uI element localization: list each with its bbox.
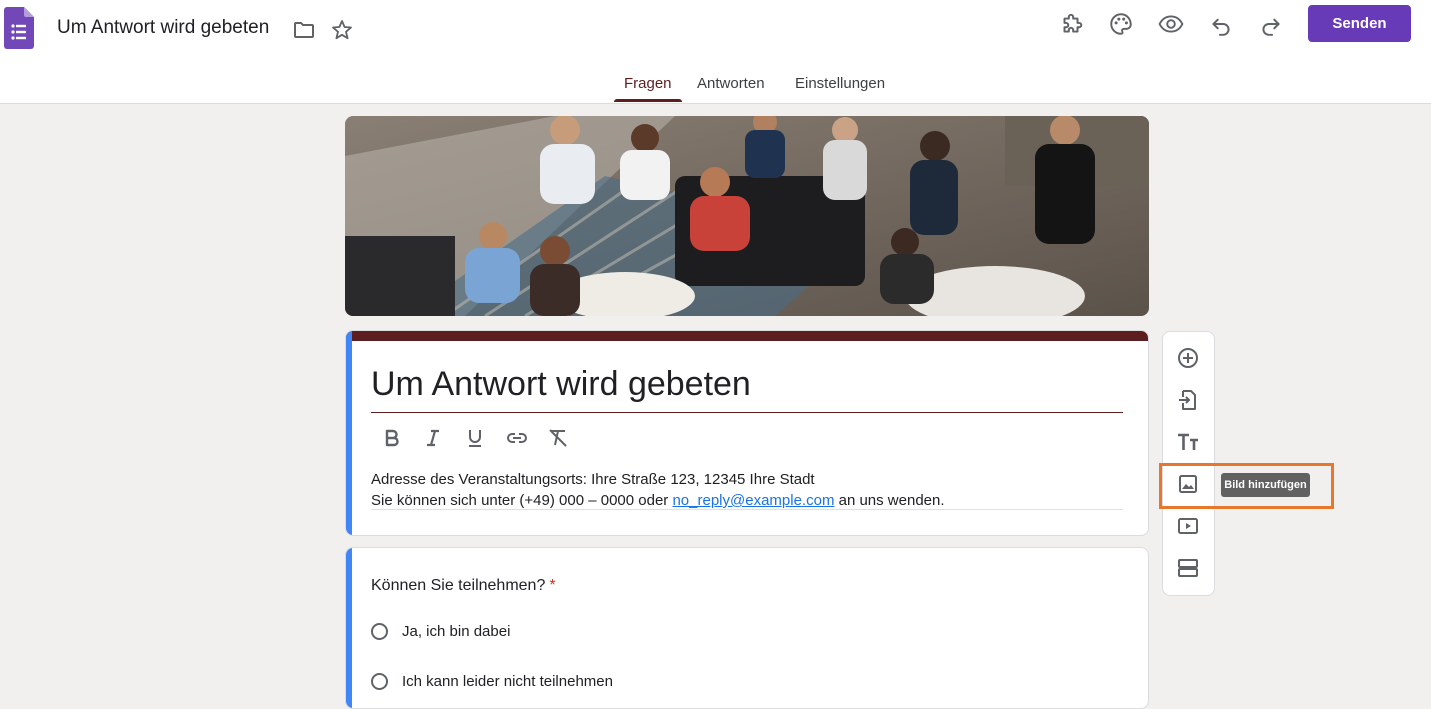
card-accent-bar: [346, 548, 352, 708]
redo-icon[interactable]: [1258, 11, 1284, 37]
tab-responses[interactable]: Antworten: [697, 75, 765, 92]
palette-icon[interactable]: [1108, 11, 1134, 37]
description-line-2: Sie können sich unter (+49) 000 – 0000 o…: [371, 490, 945, 511]
addons-icon[interactable]: [1058, 11, 1084, 37]
add-section-icon[interactable]: [1176, 556, 1200, 580]
title-underline: [371, 412, 1123, 413]
undo-icon[interactable]: [1208, 11, 1234, 37]
form-description[interactable]: Adresse des Veranstaltungsorts: Ihre Str…: [371, 469, 945, 511]
description-line-1: Adresse des Veranstaltungsorts: Ihre Str…: [371, 471, 815, 488]
active-card-indicator: [346, 331, 352, 535]
active-tab-indicator: [614, 99, 682, 102]
top-bar: Um Antwort wird gebeten Senden Fragen An…: [0, 0, 1431, 104]
description-text-end: an uns wenden.: [834, 492, 945, 509]
clear-format-icon[interactable]: [546, 426, 570, 450]
form-title-card: Um Antwort wird gebeten Adresse des Vera…: [345, 330, 1149, 536]
folder-icon[interactable]: [292, 18, 316, 42]
import-questions-icon[interactable]: [1176, 388, 1200, 412]
form-title-input[interactable]: Um Antwort wird gebeten: [371, 365, 751, 404]
description-text: Sie können sich unter (+49) 000 – 0000 o…: [371, 492, 673, 509]
link-icon[interactable]: [505, 426, 529, 450]
add-question-icon[interactable]: [1176, 346, 1200, 370]
tab-settings[interactable]: Einstellungen: [795, 75, 885, 92]
document-title[interactable]: Um Antwort wird gebeten: [57, 17, 269, 39]
question-title[interactable]: Können Sie teilnehmen? *: [371, 577, 556, 595]
required-asterisk: *: [549, 577, 556, 594]
underline-icon[interactable]: [463, 426, 487, 450]
question-text: Können Sie teilnehmen?: [371, 577, 546, 594]
question-card[interactable]: Können Sie teilnehmen? * Ja, ich bin dabe…: [345, 547, 1149, 709]
tab-questions[interactable]: Fragen: [624, 75, 672, 92]
add-video-icon[interactable]: [1176, 514, 1200, 538]
radio-option-yes[interactable]: [371, 623, 388, 640]
send-button[interactable]: Senden: [1308, 5, 1411, 42]
tooltip: Bild hinzufügen: [1221, 473, 1310, 497]
email-link[interactable]: no_reply@example.com: [672, 492, 834, 509]
option-label-no: Ich kann leider nicht teilnehmen: [402, 673, 613, 690]
add-title-icon[interactable]: [1176, 430, 1200, 454]
bold-icon[interactable]: [380, 426, 404, 450]
preview-eye-icon[interactable]: [1158, 11, 1184, 37]
theme-color-strip: [346, 331, 1148, 341]
description-underline: [371, 509, 1123, 510]
option-label-yes: Ja, ich bin dabei: [402, 623, 511, 640]
header-image: [345, 116, 1149, 316]
italic-icon[interactable]: [421, 426, 445, 450]
radio-option-no[interactable]: [371, 673, 388, 690]
star-icon[interactable]: [330, 18, 354, 42]
forms-logo-icon[interactable]: [4, 7, 34, 49]
